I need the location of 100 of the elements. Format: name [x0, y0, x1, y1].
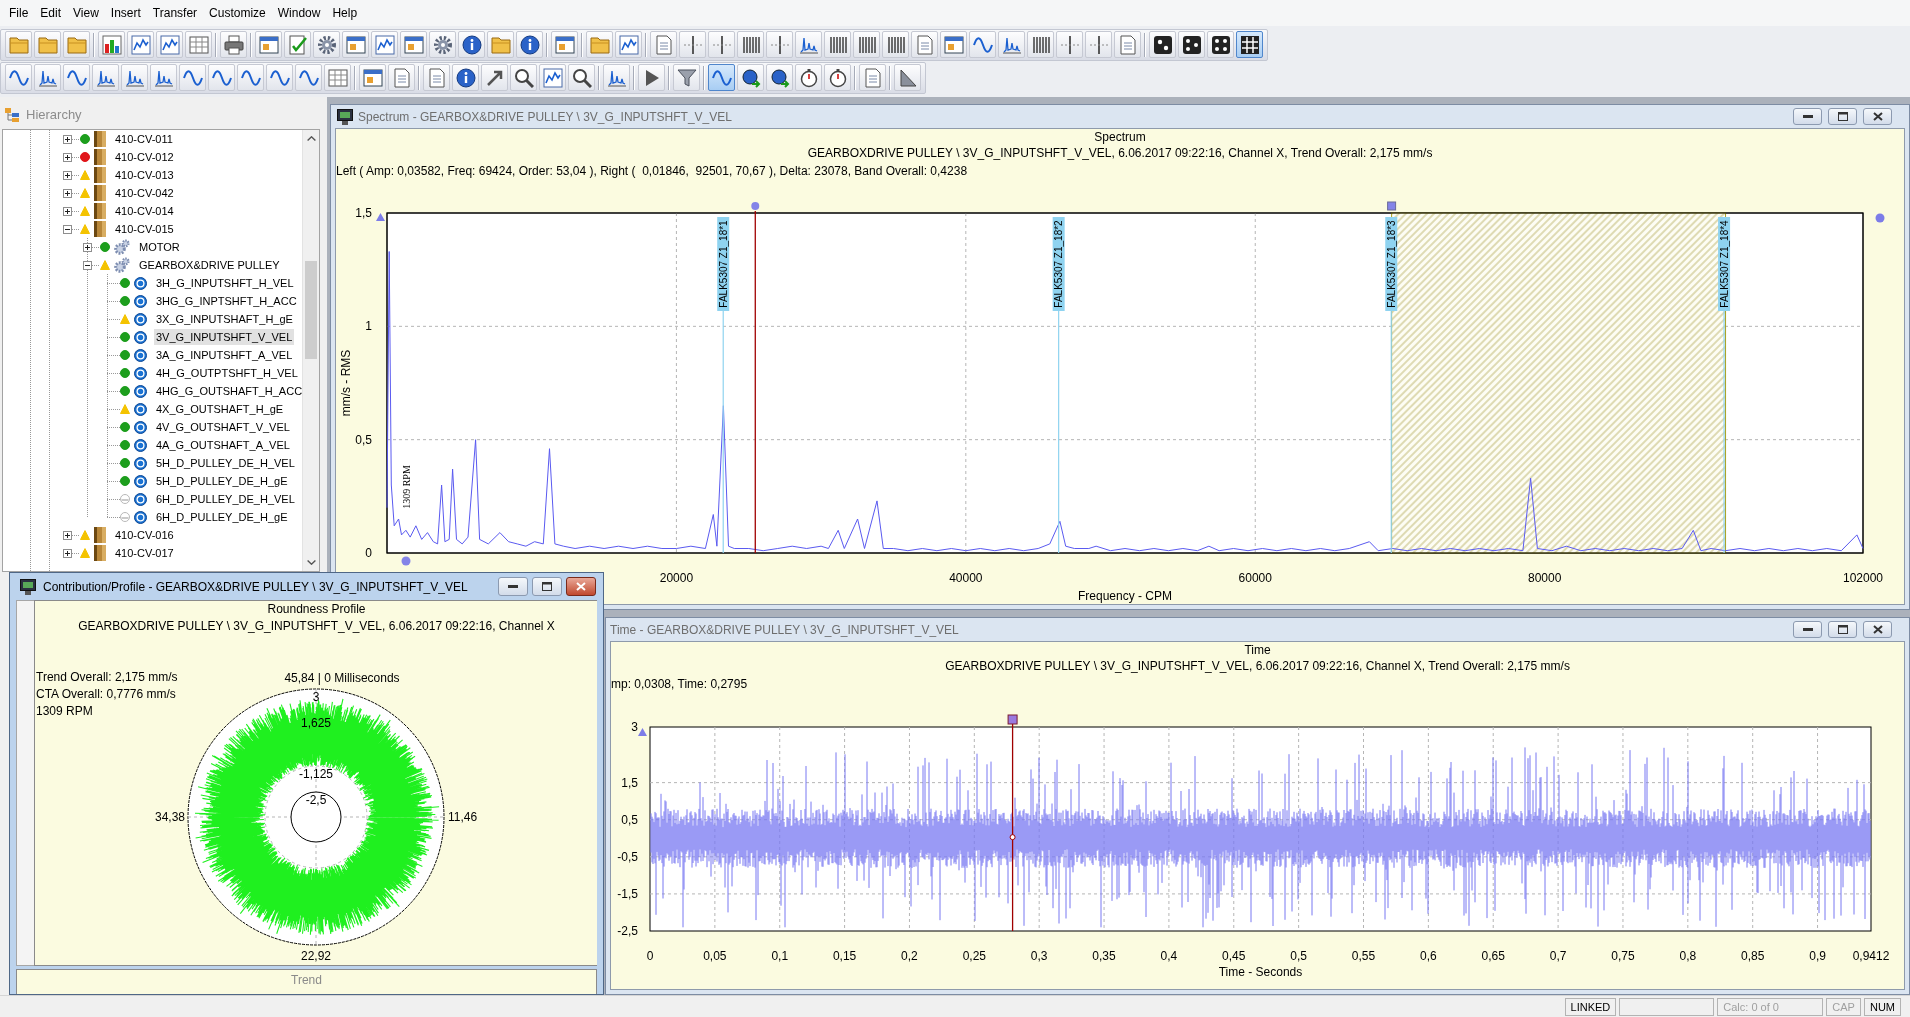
book-icon [94, 167, 106, 183]
window-title: Spectrum - GEARBOX&DRIVE PULLEY \ 3V_G_INPUTSHFT_V_VEL [358, 108, 732, 125]
cursor-line[interactable] [1011, 723, 1014, 932]
tree-item-label[interactable]: 5H_D_PULLEY_DE_H_gE [154, 473, 290, 489]
axis-tick-label: 1,625 [301, 716, 331, 730]
tree-item-label[interactable]: GEARBOX&DRIVE PULLEY [137, 257, 282, 273]
menu-item[interactable]: Transfer [146, 3, 204, 23]
close-icon [576, 582, 586, 591]
axis-tick-label: 0,85 [1741, 949, 1765, 963]
tree-item-label[interactable]: 3H_G_INPUTSHFT_H_VEL [154, 275, 296, 291]
plus-box-icon[interactable] [63, 152, 72, 162]
tree-item-label[interactable]: 410-CV-017 [113, 545, 176, 561]
cursor-handle-icon[interactable] [751, 202, 760, 210]
chart-title: Time [1244, 642, 1271, 658]
menu-item[interactable]: Customize [203, 3, 272, 23]
tree-item-label[interactable]: 3A_G_INPUTSHFT_A_VEL [154, 347, 295, 363]
tree-icon [5, 107, 19, 122]
tree-item-label[interactable]: 3X_G_INPUTSHAFT_H_gE [154, 311, 295, 327]
axis-title: Time - Seconds [1218, 965, 1303, 979]
minus-box-icon[interactable] [83, 260, 92, 270]
axis-tick-label: 45,84 | 0 Milliseconds [284, 671, 400, 685]
rpm-marker-icon[interactable] [401, 556, 411, 566]
fault-label: FALK5307 Z1_18*4 [1718, 217, 1731, 311]
tree-item-label[interactable]: MOTOR [137, 239, 182, 255]
maximize-button[interactable] [1828, 108, 1857, 125]
tree-item-label[interactable]: 4HG_G_OUTSHAFT_H_ACC [154, 383, 302, 399]
tree-item-label[interactable]: 4A_G_OUTSHAFT_A_VEL [154, 437, 292, 453]
axis-title: mm/s - RMS [339, 349, 353, 417]
tree-item-label[interactable]: 410-CV-016 [113, 527, 176, 543]
tree-item-label[interactable]: 410-CV-013 [113, 167, 176, 183]
axis-tick-label: 0,9412 [1852, 949, 1890, 963]
book-icon [94, 203, 106, 219]
axis-tick-label: 0,4 [1160, 949, 1178, 963]
tree-item-label[interactable]: 410-CV-012 [113, 149, 176, 165]
tree-item-label[interactable]: 4X_G_OUTSHAFT_H_gE [154, 401, 286, 417]
window-title: Time - GEARBOX&DRIVE PULLEY \ 3V_G_INPUTSHFT_V_VEL [610, 621, 959, 638]
axis-tick-label: -1,5 [617, 886, 638, 901]
triangle-handle-icon[interactable] [376, 213, 385, 221]
axis-tick-label: 0,35 [1092, 949, 1116, 963]
close-button[interactable] [1863, 621, 1892, 638]
triangle-handle-icon[interactable] [638, 728, 647, 736]
cursor-point-icon [1009, 834, 1016, 841]
close-icon [1872, 112, 1883, 121]
plus-box-icon[interactable] [63, 170, 72, 180]
tree-item-label[interactable]: 410-CV-014 [113, 203, 176, 219]
tree-item-label[interactable]: 410-CV-042 [113, 185, 176, 201]
plus-box-icon[interactable] [63, 206, 72, 216]
cursor-line[interactable] [754, 210, 756, 554]
axis-tick-label: 0 [365, 546, 372, 560]
cursor-handle-icon[interactable] [1007, 714, 1018, 725]
close-button[interactable] [566, 577, 596, 596]
minus-box-icon[interactable] [63, 224, 72, 234]
circle-dot-icon [134, 312, 147, 326]
plus-box-icon[interactable] [83, 242, 92, 252]
minimize-button[interactable] [1793, 621, 1822, 638]
maximize-icon [1837, 625, 1848, 634]
circle-dot-icon [134, 402, 147, 416]
tree-item-label[interactable]: 3HG_G_INPTSHFT_H_ACC [154, 293, 299, 309]
scroll-up-icon[interactable] [306, 136, 316, 141]
tree-item-label[interactable]: 410-CV-011 [113, 131, 175, 147]
plus-box-icon[interactable] [63, 188, 72, 198]
tree-item-label[interactable]: 5H_D_PULLEY_DE_H_VEL [154, 455, 297, 471]
minimize-button[interactable] [498, 577, 528, 596]
book-icon [94, 131, 106, 147]
scrollbar-thumb[interactable] [305, 261, 317, 359]
menu-item[interactable]: Window [271, 3, 327, 23]
panel-title: Hierarchy [26, 106, 82, 123]
book-icon [94, 545, 106, 561]
menu-item[interactable]: Insert [104, 3, 147, 23]
plus-box-icon[interactable] [63, 548, 72, 558]
axis-tick-label: 0,5 [621, 812, 638, 827]
menu-item[interactable]: View [67, 3, 105, 23]
tree-item-label[interactable]: 6H_D_PULLEY_DE_H_VEL [154, 491, 297, 507]
menu-item[interactable]: Edit [34, 3, 68, 23]
circle-dot-icon [134, 510, 147, 524]
axis-tick-label: 1 [365, 319, 372, 334]
circle-dot-icon [134, 348, 147, 362]
tree-item-label[interactable]: 3V_G_INPUTSHFT_V_VEL [154, 329, 295, 345]
menu-item[interactable]: Help [326, 3, 364, 23]
tree-item-label[interactable]: 4V_G_OUTSHAFT_V_VEL [154, 419, 292, 435]
menu-item[interactable]: File [3, 3, 35, 23]
maximize-button[interactable] [532, 577, 562, 596]
tree-item-label[interactable]: 4H_G_OUTPTSHFT_H_VEL [154, 365, 300, 381]
minimize-button[interactable] [1793, 108, 1822, 125]
scroll-down-icon[interactable] [306, 560, 316, 565]
tree-item-label[interactable]: 6H_D_PULLEY_DE_H_gE [154, 509, 290, 525]
rpm-label: 1309 RPM [400, 465, 412, 509]
maximize-button[interactable] [1828, 621, 1857, 638]
cursor-readout: mp: 0,0308, Time: 0,2795 [611, 676, 748, 692]
band-handle-icon[interactable] [1387, 201, 1397, 211]
minimize-icon [508, 585, 518, 588]
axis-tick-label: 60000 [1238, 571, 1272, 585]
scrollbar[interactable] [302, 130, 319, 571]
tree-item-label[interactable]: 410-CV-015 [113, 221, 176, 237]
close-button[interactable] [1863, 108, 1892, 125]
plus-box-icon[interactable] [63, 134, 72, 144]
maximize-icon [542, 582, 552, 591]
plus-box-icon[interactable] [63, 530, 72, 540]
circle-handle-icon[interactable] [1875, 213, 1885, 223]
axis-tick-label: -2,5 [305, 793, 327, 807]
